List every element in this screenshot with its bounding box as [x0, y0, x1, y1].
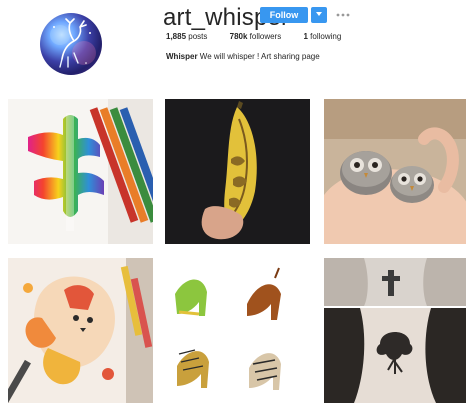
following-stat[interactable]: 1 following — [303, 32, 341, 41]
post-image — [165, 258, 310, 403]
deer-logo-icon — [50, 18, 96, 68]
dropdown-button[interactable] — [311, 7, 327, 23]
post-thumbnail[interactable] — [323, 258, 466, 403]
post-thumbnail[interactable] — [323, 99, 466, 244]
followers-stat[interactable]: 780k followers — [230, 32, 282, 41]
more-options-icon — [336, 13, 350, 17]
post-thumbnail[interactable] — [8, 258, 153, 403]
post-image — [324, 258, 466, 403]
follow-button[interactable]: Follow — [260, 7, 308, 23]
more-options-button[interactable] — [336, 12, 350, 18]
profile-avatar[interactable] — [40, 13, 102, 75]
post-image — [324, 99, 466, 244]
followers-label: followers — [249, 32, 282, 41]
following-label: following — [310, 32, 342, 41]
chevron-down-icon — [316, 12, 322, 16]
post-thumbnail[interactable] — [8, 99, 153, 244]
post-image — [8, 99, 153, 244]
bio-text: We will whisper ! Art sharing page — [199, 52, 320, 61]
profile-stats: 1,885 posts 780k followers 1 following — [166, 32, 361, 41]
profile-bio: Whisper We will whisper ! Art sharing pa… — [166, 52, 320, 61]
posts-label: posts — [188, 32, 208, 41]
post-image — [8, 258, 153, 403]
bio-name: Whisper — [166, 52, 198, 61]
post-image — [165, 99, 310, 244]
post-thumbnail[interactable] — [165, 99, 310, 244]
following-count: 1 — [303, 32, 308, 41]
post-thumbnail[interactable] — [165, 258, 310, 403]
posts-stat: 1,885 posts — [166, 32, 207, 41]
followers-count: 780k — [229, 32, 248, 41]
posts-count: 1,885 — [166, 32, 187, 41]
